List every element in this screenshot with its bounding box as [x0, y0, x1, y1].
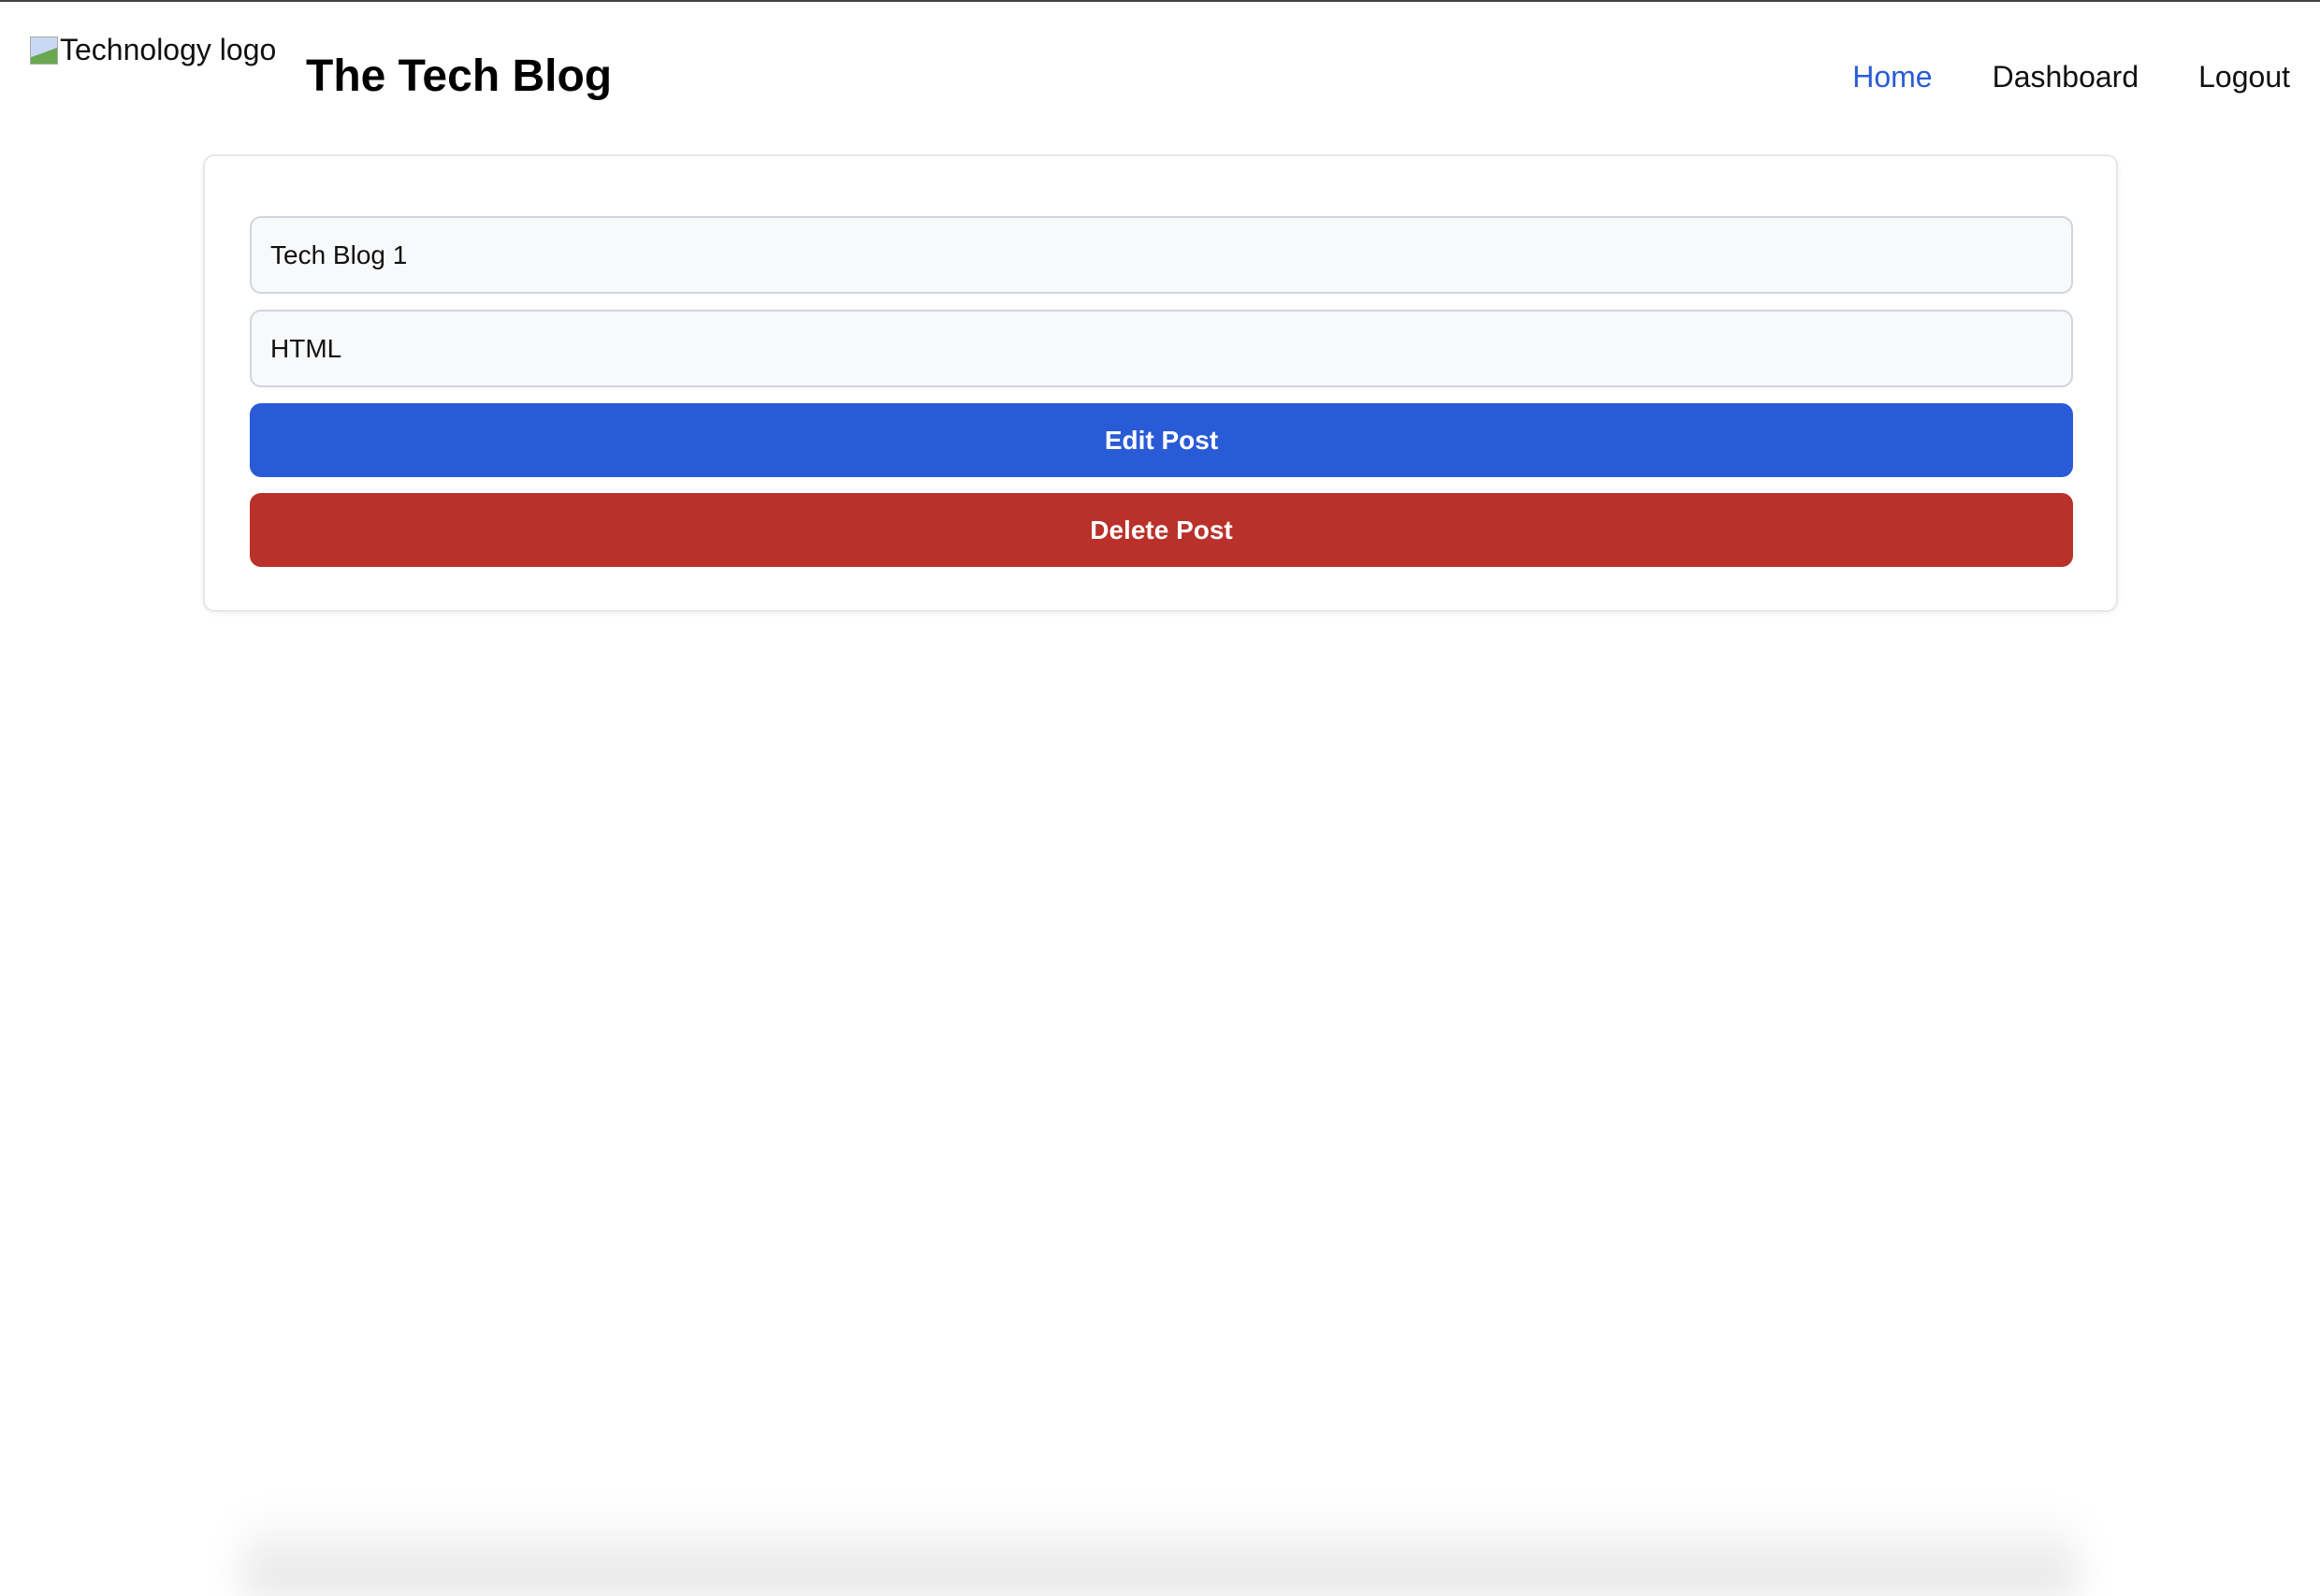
delete-post-button[interactable]: Delete Post	[250, 493, 2073, 567]
logo-alt-text: Technology logo	[60, 33, 277, 66]
nav-dashboard[interactable]: Dashboard	[1993, 60, 2139, 94]
main-nav: Home Dashboard Logout	[1852, 60, 2290, 94]
site-title: The Tech Blog	[306, 51, 613, 101]
logo: Technology logo	[30, 33, 276, 67]
broken-image-icon	[30, 36, 58, 65]
nav-home[interactable]: Home	[1852, 60, 1932, 94]
nav-logout[interactable]: Logout	[2198, 60, 2290, 94]
post-content-input[interactable]: HTML	[250, 310, 2073, 387]
window-shadow	[243, 1512, 2077, 1596]
post-title-input[interactable]: Tech Blog 1	[250, 216, 2073, 294]
edit-post-button[interactable]: Edit Post	[250, 403, 2073, 477]
edit-post-card: Tech Blog 1 HTML Edit Post Delete Post	[203, 154, 2118, 612]
